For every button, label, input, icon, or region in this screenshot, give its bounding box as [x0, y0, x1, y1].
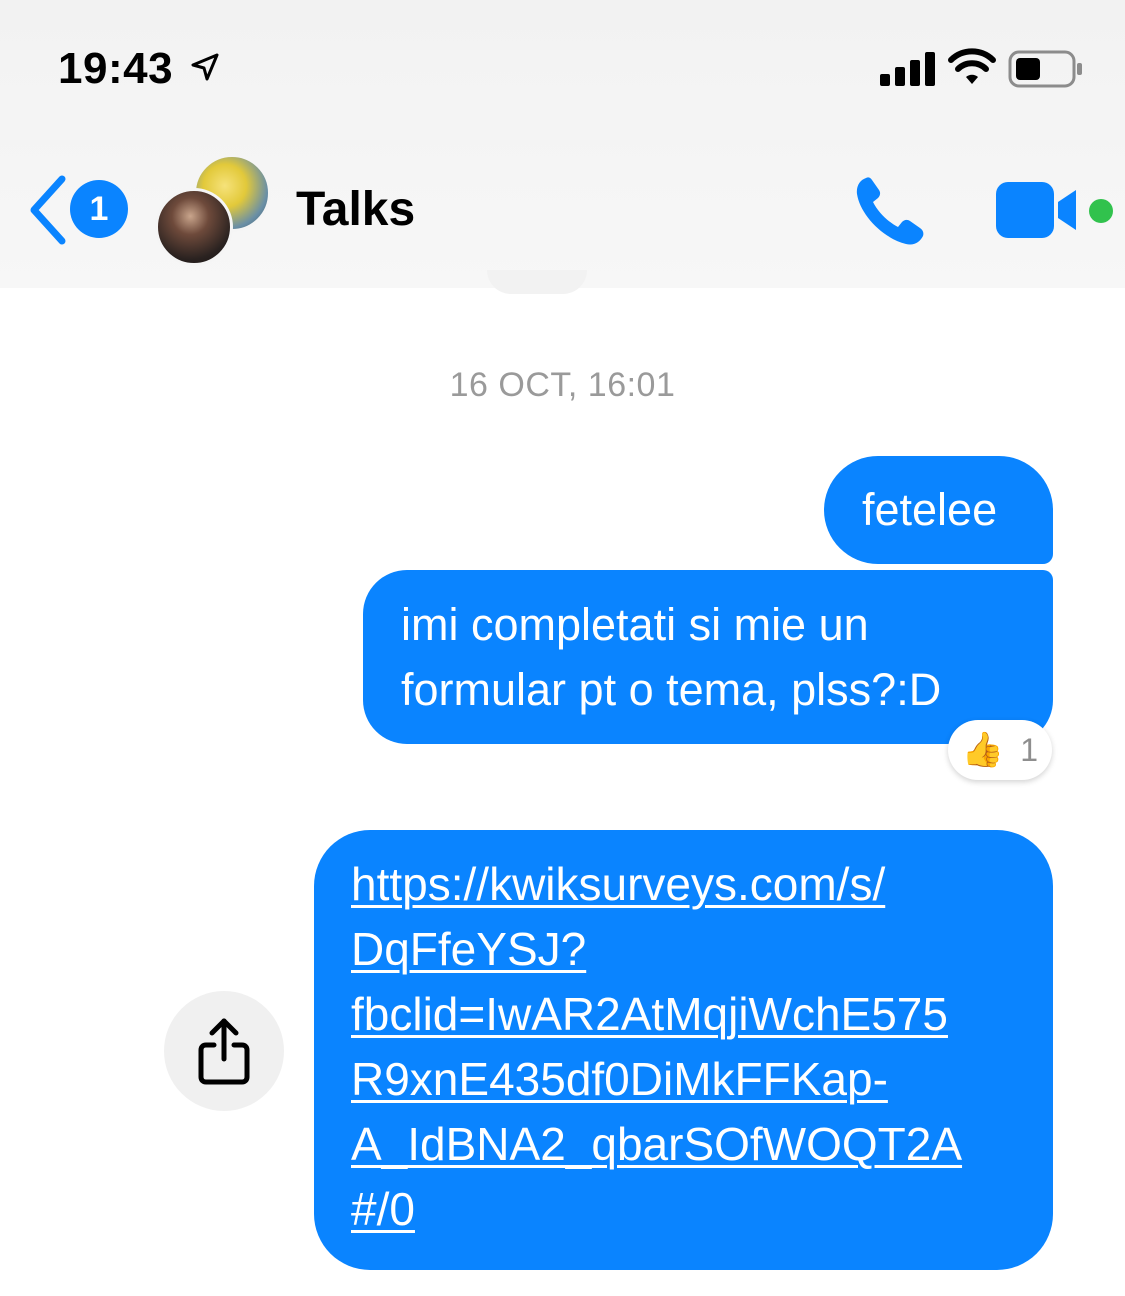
reaction-count: 1	[1020, 731, 1039, 768]
active-status-dot	[1089, 199, 1113, 223]
signal-icon	[880, 52, 935, 86]
audio-call-button[interactable]	[852, 174, 928, 253]
reaction-badge[interactable]: 👍 1	[948, 720, 1052, 780]
survey-link[interactable]: https://kwiksurveys.com/s/ DqFfeYSJ? fbc…	[351, 852, 1033, 1242]
share-button[interactable]	[164, 991, 284, 1111]
chat-title[interactable]: Talks	[296, 182, 415, 237]
navigation-header: 19:43 1 Talks	[0, 0, 1125, 288]
message-text: fetelee	[862, 484, 998, 535]
video-camera-icon	[996, 182, 1076, 238]
unread-count-badge: 1	[70, 180, 128, 238]
link-line: https://kwiksurveys.com/s/	[351, 858, 886, 910]
back-chevron-icon	[30, 175, 66, 245]
outgoing-link-message[interactable]: https://kwiksurveys.com/s/ DqFfeYSJ? fbc…	[314, 830, 1053, 1270]
outgoing-message[interactable]: fetelee	[824, 456, 1053, 564]
back-button[interactable]: 1	[26, 172, 136, 248]
previous-message-bubble	[487, 270, 587, 294]
status-time: 19:43	[58, 44, 174, 93]
phone-icon	[856, 177, 924, 245]
message-text-line: formular pt o tema, plss?:D	[401, 664, 942, 715]
location-arrow-icon	[191, 53, 219, 81]
avatar	[155, 188, 233, 266]
link-line: #/0	[351, 1183, 415, 1235]
outgoing-message[interactable]: imi completati si mie un formular pt o t…	[363, 570, 1053, 744]
video-call-button[interactable]	[994, 180, 1078, 245]
link-line: DqFfeYSJ?	[351, 923, 587, 975]
link-line: A_IdBNA2_qbarSOfWOQT2A	[351, 1118, 963, 1170]
wifi-icon	[948, 48, 996, 84]
battery-icon	[1008, 50, 1082, 88]
message-timestamp: 16 OCT, 16:01	[449, 366, 676, 404]
thumbs-up-icon: 👍	[961, 731, 1005, 769]
link-line: fbclid=IwAR2AtMqjiWchE575	[351, 988, 948, 1040]
share-icon	[198, 1018, 250, 1085]
message-text-line: imi completati si mie un	[401, 599, 869, 650]
link-line: R9xnE435df0DiMkFFKap-	[351, 1053, 888, 1105]
group-avatar[interactable]	[155, 154, 271, 266]
